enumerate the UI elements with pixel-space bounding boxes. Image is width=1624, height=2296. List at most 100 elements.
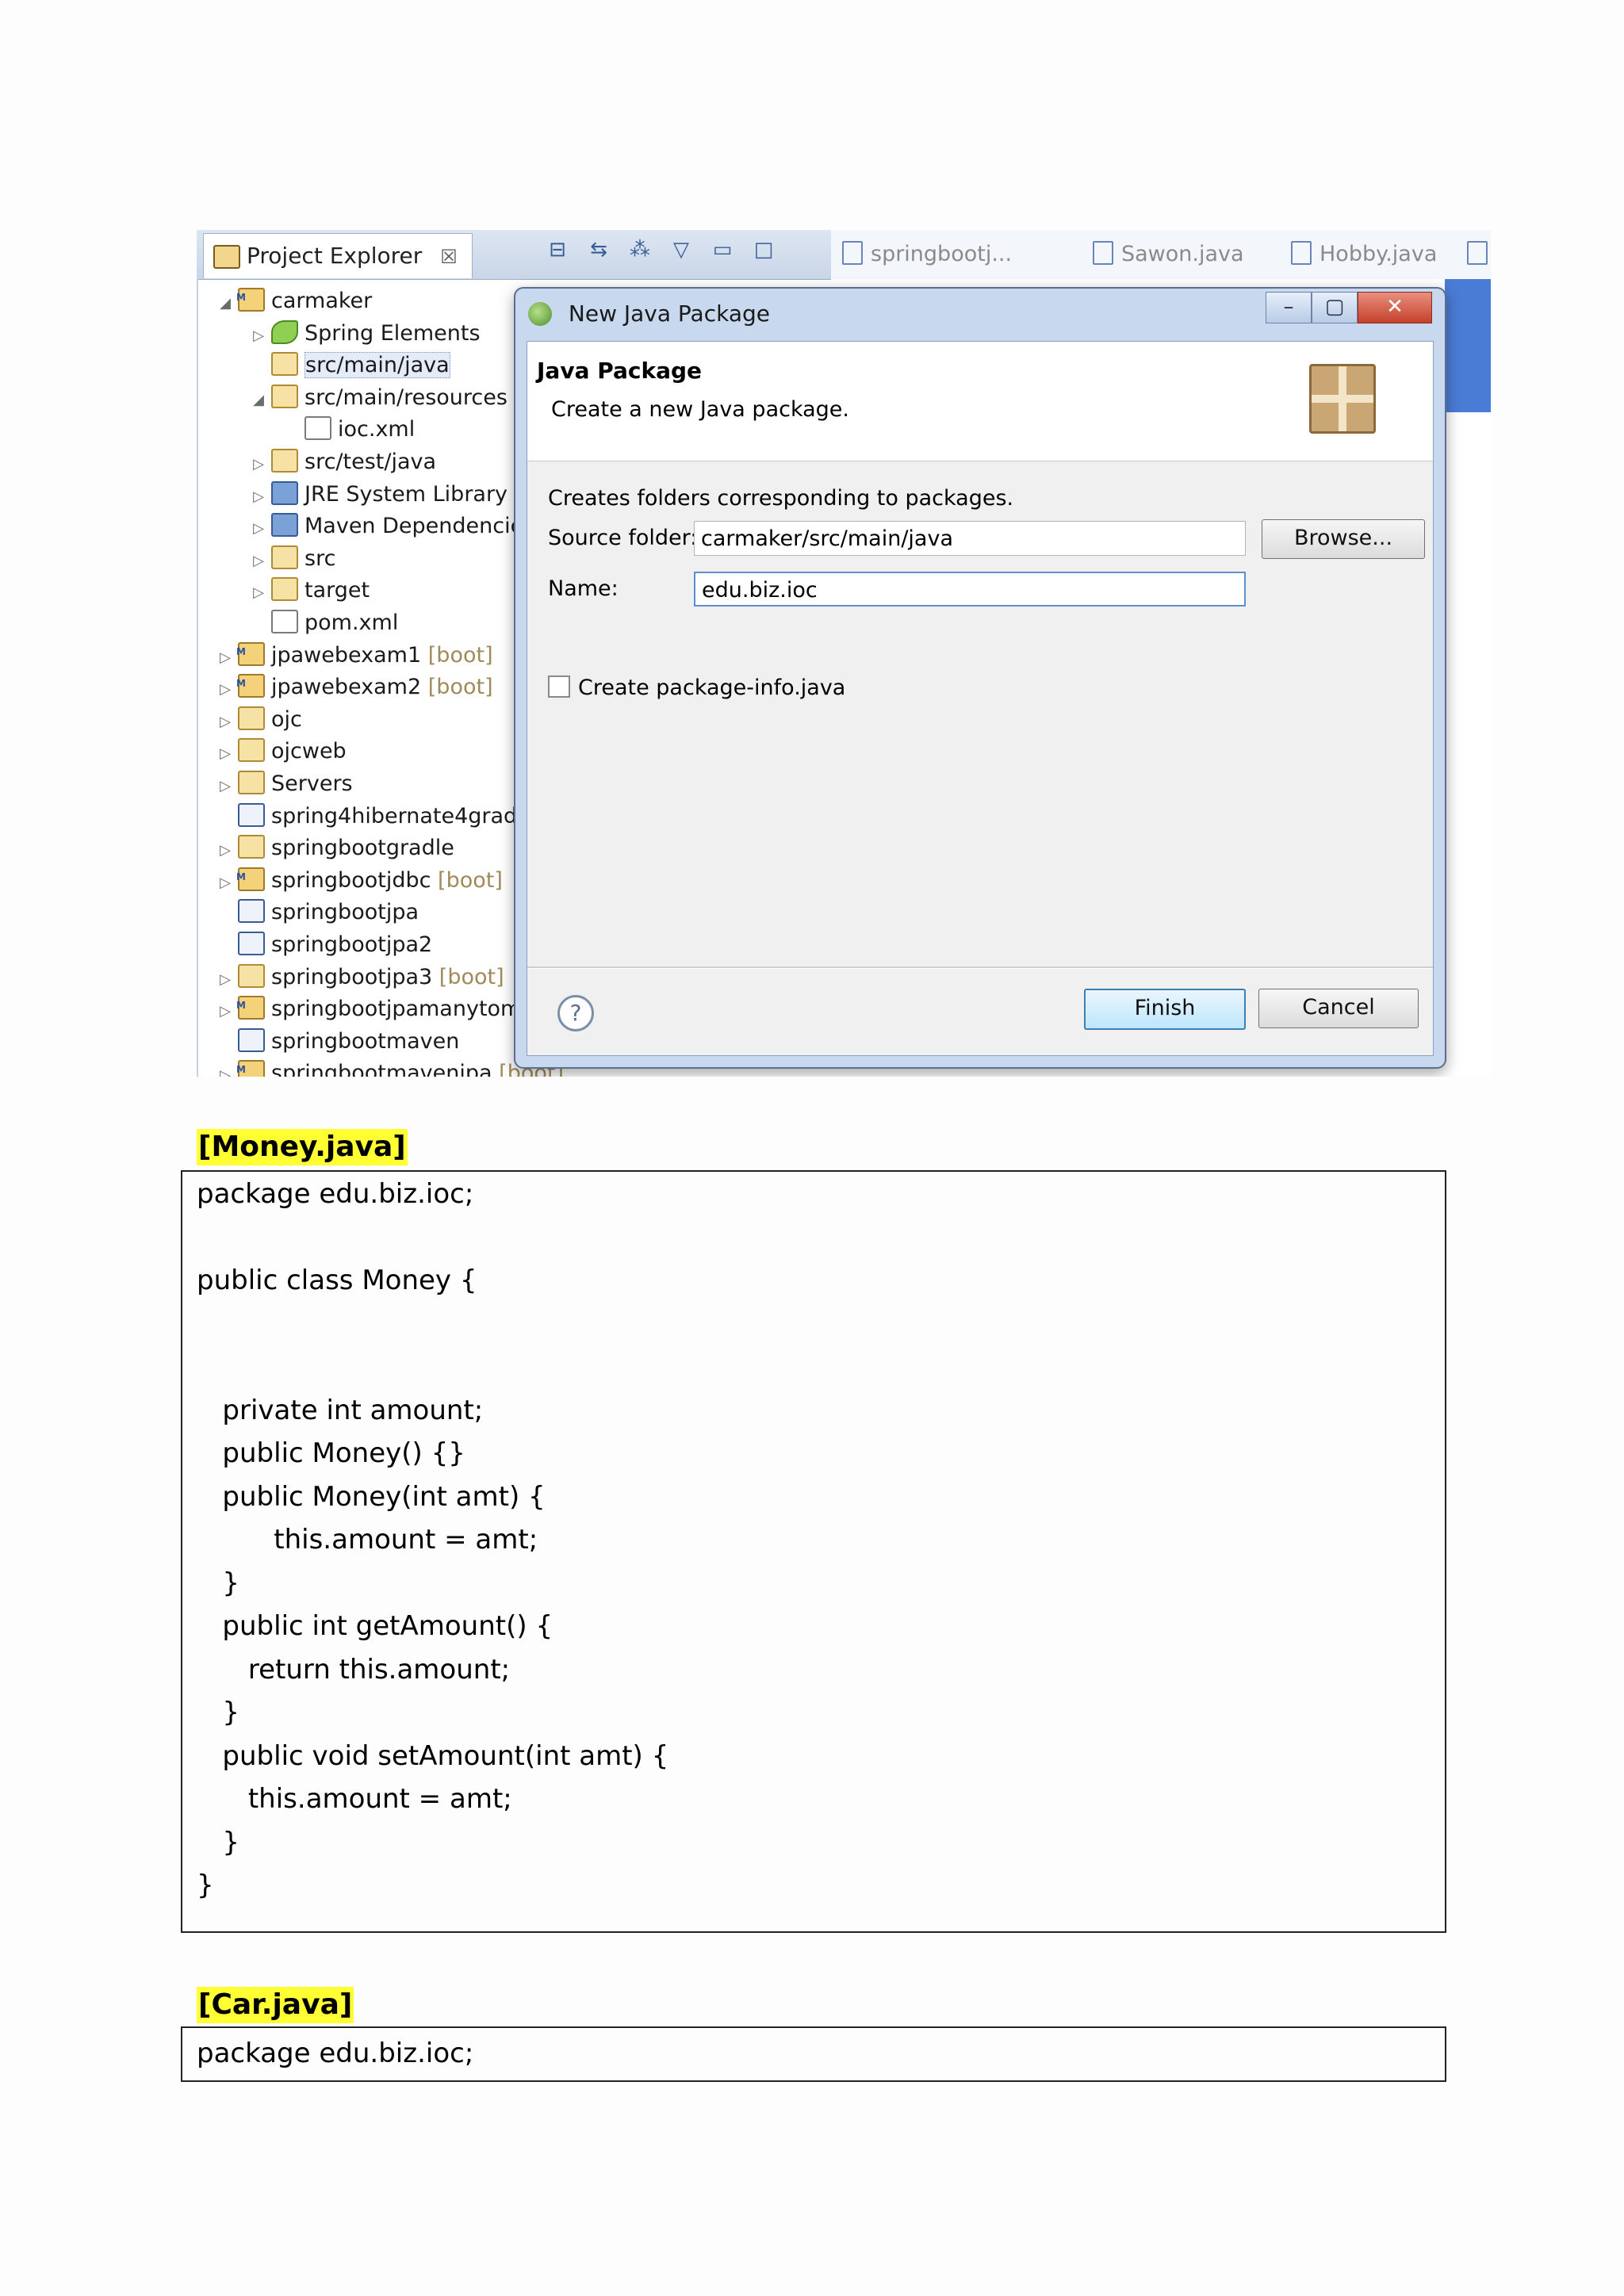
- tree-item-label: ojcweb: [271, 739, 347, 764]
- project-icon: [236, 281, 265, 313]
- tree-item[interactable]: springbootjpa2: [216, 929, 432, 961]
- project-explorer-tab[interactable]: Project Explorer ☒: [203, 233, 473, 278]
- link-with-editor-icon[interactable]: ⇆: [587, 238, 611, 262]
- money-file-label: [Money.java]: [197, 1129, 408, 1165]
- tree-item[interactable]: ▷ src: [249, 543, 335, 575]
- tree-item[interactable]: ▷ JRE System Library [: [249, 479, 523, 511]
- close-button[interactable]: ✕: [1358, 292, 1432, 323]
- tree-item-label: Spring Elements: [304, 320, 481, 346]
- tree-item-label: JRE System Library [: [304, 481, 523, 507]
- editor-tab-label: Sawon.java: [1121, 242, 1244, 266]
- plain-icon: [238, 899, 265, 924]
- project-tree: ◢carmaker▷Spring Elementssrc/main/java◢s…: [197, 279, 564, 1077]
- source-folder-field[interactable]: carmaker/src/main/java: [694, 521, 1246, 556]
- close-tab-icon[interactable]: ☒: [440, 246, 458, 268]
- collapsed-arrow-icon[interactable]: ▷: [249, 577, 268, 609]
- tree-item[interactable]: ▷ springbootgradle: [216, 832, 454, 864]
- create-package-info-checkbox[interactable]: Create package-info.java: [548, 675, 845, 702]
- tree-item[interactable]: springbootmaven: [216, 1026, 459, 1058]
- help-icon[interactable]: ?: [557, 995, 594, 1031]
- source-folder-label: Source folder:: [548, 526, 698, 550]
- minimize-button[interactable]: –: [1266, 292, 1312, 323]
- maximize-button[interactable]: ▢: [1312, 292, 1358, 323]
- collapsed-arrow-icon[interactable]: ▷: [216, 964, 235, 996]
- collapse-all-icon[interactable]: ⊟: [546, 238, 569, 262]
- filter-icon[interactable]: ⁂: [628, 238, 652, 262]
- collapsed-arrow-icon[interactable]: ▷: [249, 449, 268, 480]
- browse-button[interactable]: Browse...: [1262, 519, 1425, 559]
- tree-item[interactable]: ◢ src/main/resources: [249, 382, 508, 414]
- banner-title: Java Package: [537, 358, 703, 384]
- tree-item[interactable]: ▷ target: [249, 575, 370, 607]
- editor-tab[interactable]: Sawon.java: [1093, 241, 1244, 266]
- expanded-arrow-icon[interactable]: ◢: [249, 385, 268, 416]
- cancel-button[interactable]: Cancel: [1258, 989, 1419, 1028]
- tree-item[interactable]: ▷ springbootjpamanytoma: [216, 989, 534, 1027]
- maven-file-icon: [842, 241, 863, 265]
- tree-item[interactable]: ▷ jpawebexam2 [boot]: [216, 668, 493, 706]
- tree-item[interactable]: ▷ ojcweb: [216, 736, 347, 767]
- java-file-icon: [1093, 241, 1113, 265]
- collapsed-arrow-icon[interactable]: ▷: [249, 513, 268, 545]
- tree-item[interactable]: ◢ carmaker: [216, 281, 372, 320]
- package-name-field[interactable]: edu.biz.ioc: [694, 572, 1246, 607]
- collapsed-arrow-icon[interactable]: ▷: [216, 706, 235, 738]
- xml-icon: [271, 610, 298, 633]
- collapsed-arrow-icon[interactable]: ▷: [216, 1060, 235, 1077]
- tree-item[interactable]: ▷springbootmavenjpa [boot]: [216, 1054, 564, 1077]
- dialog-content: Java Package Create a new Java package. …: [527, 341, 1434, 1056]
- code-line: package edu.biz.ioc;: [197, 2038, 474, 2069]
- editor-tab[interactable]: springbootj...: [842, 241, 1012, 266]
- java-file-icon: [1467, 241, 1488, 265]
- folder-icon: [238, 835, 265, 859]
- collapsed-arrow-icon[interactable]: ▷: [216, 835, 235, 867]
- collapsed-arrow-icon[interactable]: ▷: [216, 867, 235, 899]
- folder-icon: [271, 577, 298, 602]
- tree-item[interactable]: ▷ springbootjdbc [boot]: [216, 861, 503, 899]
- tree-item[interactable]: ▷ Servers: [216, 768, 353, 800]
- tree-item[interactable]: ▷ src/test/java: [249, 446, 436, 478]
- tree-item[interactable]: ▷ Maven Dependencie: [249, 511, 523, 542]
- collapsed-arrow-icon[interactable]: ▷: [249, 320, 268, 352]
- collapsed-arrow-icon[interactable]: ▷: [216, 674, 235, 706]
- tree-item[interactable]: ▷ ojc: [216, 704, 302, 736]
- collapsed-arrow-icon[interactable]: ▷: [216, 771, 235, 802]
- collapsed-arrow-icon[interactable]: ▷: [249, 545, 268, 577]
- editor-tab[interactable]: Hobby.java: [1291, 241, 1437, 266]
- editor-tab-overflow[interactable]: [1467, 241, 1491, 266]
- eclipse-screenshot: Project Explorer ☒ ⊟ ⇆ ⁂ ▽ ▭ □ ◢ carmaker…: [197, 230, 1491, 1077]
- plain-icon: [238, 932, 265, 955]
- folder-icon: [271, 545, 298, 569]
- tree-item-label: Servers: [271, 771, 353, 796]
- editor-tabs: springbootj... Sawon.java Hobby.java: [831, 230, 1491, 279]
- tree-item-label: src: [304, 545, 336, 571]
- collapsed-arrow-icon[interactable]: ▷: [249, 481, 268, 513]
- tree-item-label: springbootjdbc: [271, 867, 431, 893]
- tree-item[interactable]: ▷ springbootjpa3 [boot]: [216, 962, 504, 993]
- money-code-box: package edu.biz.ioc; public class Money {…: [181, 1170, 1446, 1933]
- expanded-arrow-icon[interactable]: ◢: [216, 288, 235, 320]
- tree-item[interactable]: ▷ Spring Elements: [249, 318, 481, 350]
- tree-item-label: springbootjpa2: [271, 932, 433, 957]
- spring-icon: [271, 320, 298, 344]
- tree-item[interactable]: springbootjpa: [216, 897, 419, 928]
- minimize-icon[interactable]: ▭: [710, 238, 734, 262]
- view-menu-icon[interactable]: ▽: [669, 238, 693, 262]
- finish-button[interactable]: Finish: [1084, 989, 1246, 1030]
- tree-item[interactable]: spring4hibernate4gradle: [216, 801, 536, 832]
- collapsed-arrow-icon[interactable]: ▷: [216, 738, 235, 770]
- checkbox-box[interactable]: [548, 675, 570, 698]
- tree-item[interactable]: src/main/java: [249, 350, 450, 381]
- tree-item[interactable]: ▷ jpawebexam1 [boot]: [216, 636, 493, 674]
- code-line: return this.amount;: [197, 1653, 511, 1686]
- tree-item[interactable]: ioc.xml: [282, 414, 415, 446]
- code-line: }: [197, 1826, 240, 1858]
- tree-item-label: src/main/java: [304, 352, 450, 379]
- tree-item[interactable]: pom.xml: [249, 607, 398, 639]
- maximize-icon[interactable]: □: [752, 238, 776, 262]
- collapsed-arrow-icon[interactable]: ▷: [216, 996, 235, 1027]
- tree-item-label: springbootjpamanytoma: [271, 997, 534, 1022]
- collapsed-arrow-icon[interactable]: ▷: [216, 642, 235, 674]
- tree-item-label: pom.xml: [304, 610, 399, 635]
- code-line: }: [197, 1869, 214, 1901]
